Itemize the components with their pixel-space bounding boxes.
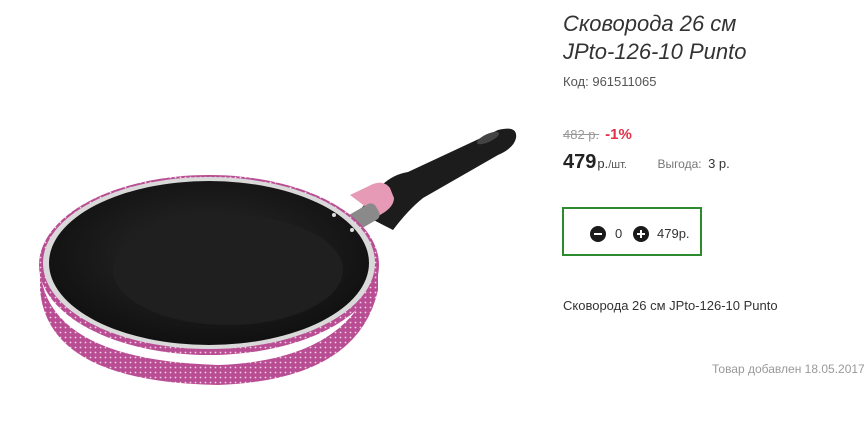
added-date: Товар добавлен 18.05.2017 — [712, 362, 864, 376]
discount-badge: -1% — [605, 126, 632, 143]
product-code-label: Код: — [563, 74, 589, 89]
current-price: 479 — [563, 151, 597, 173]
plus-circle-icon[interactable] — [633, 226, 649, 242]
product-image — [39, 128, 517, 385]
price-row: 479р./шт. Выгода: 3 р. — [563, 151, 730, 174]
product-title: Сковорода 26 см JPto-126-10 Punto — [563, 10, 858, 66]
benefit-label: Выгода: — [657, 157, 702, 171]
product-code: Код: 961511065 — [563, 74, 656, 89]
price-per-unit: /шт. — [608, 159, 627, 171]
old-price: 482 р. — [563, 127, 600, 142]
minus-circle-icon[interactable] — [590, 226, 606, 242]
cart-total: 479р. — [657, 226, 690, 241]
price-currency: р. — [597, 156, 609, 171]
old-price-row: 482 р. -1% — [563, 126, 632, 143]
product-title-line1: Сковорода 26 см — [563, 11, 737, 36]
quantity-value: 0 — [615, 226, 623, 241]
product-description: Сковорода 26 см JPto-126-10 Punto — [563, 298, 778, 313]
product-code-value: 961511065 — [592, 74, 657, 89]
benefit-value: 3 р. — [708, 156, 730, 171]
product-title-line2: JPto-126-10 Punto — [563, 39, 747, 64]
cart-quantity-box: 0 479р. — [562, 207, 702, 256]
